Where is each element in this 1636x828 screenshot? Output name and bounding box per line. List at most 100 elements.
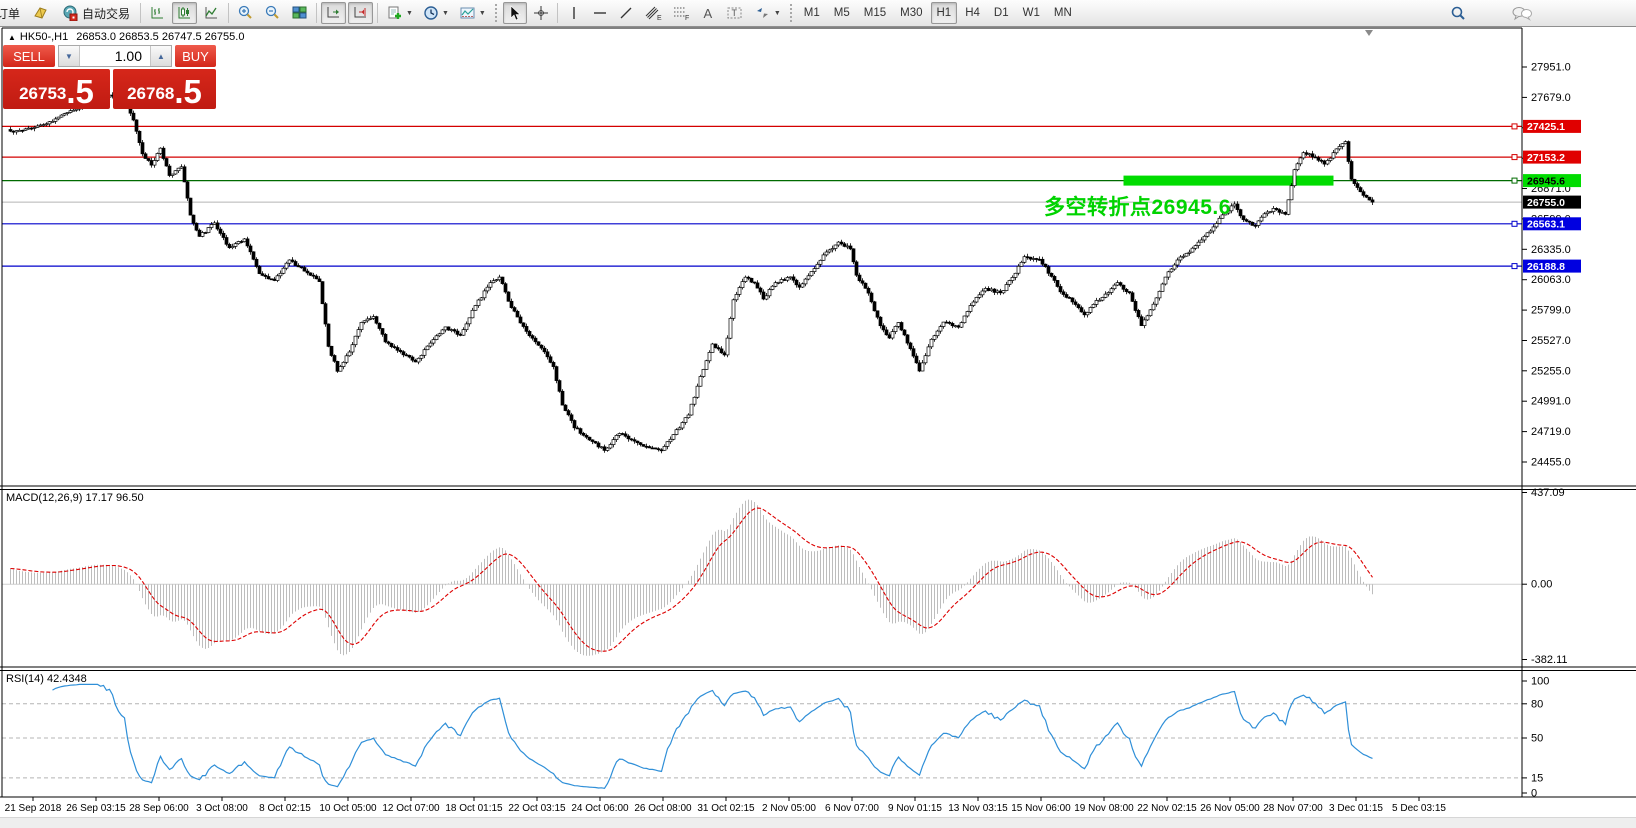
rsi-tick-label: 80 <box>1531 698 1543 710</box>
sell-button[interactable]: SELL <box>3 45 55 67</box>
chart-shift-icon <box>352 5 369 21</box>
text-label-button[interactable]: T <box>722 2 748 24</box>
buy-price-box[interactable]: 26768.5 <box>113 69 216 109</box>
trendline-icon <box>618 5 634 21</box>
line-price-label: 26755.0 <box>1527 197 1565 209</box>
autotrading-button[interactable]: 自动交易 <box>55 2 136 24</box>
rsi-tick-label: 100 <box>1531 676 1549 688</box>
volume-value[interactable]: 1.00 <box>80 46 150 66</box>
autotrading-icon <box>61 5 79 21</box>
chart-shift-marker[interactable] <box>1365 30 1373 36</box>
vertical-line-icon <box>567 5 581 21</box>
crosshair-button[interactable] <box>529 2 553 24</box>
line-handle[interactable] <box>1512 155 1517 160</box>
separator <box>316 3 317 23</box>
new-chart-button[interactable]: ▼ <box>382 2 417 24</box>
price-tick-label: 25255.0 <box>1531 365 1571 377</box>
timeframe-button-h4[interactable]: H4 <box>959 2 986 24</box>
volume-decrease-button[interactable]: ▼ <box>59 46 80 66</box>
line-handle[interactable] <box>1512 124 1517 129</box>
time-tick-label: 22 Nov 02:15 <box>1137 803 1197 814</box>
templates-button[interactable]: ▼ <box>455 2 490 24</box>
price-tick-label: 24991.0 <box>1531 396 1571 408</box>
horizontal-line-button[interactable] <box>588 2 612 24</box>
line-chart-icon <box>203 5 220 21</box>
chart-shift-button[interactable] <box>348 2 373 24</box>
time-tick-label: 8 Oct 02:15 <box>259 803 311 814</box>
auto-scroll-button[interactable] <box>321 2 346 24</box>
text-label-icon: T <box>726 5 744 21</box>
buy-button[interactable]: BUY <box>175 45 216 67</box>
equidistant-channel-button[interactable]: E <box>640 2 666 24</box>
zoom-in-button[interactable] <box>233 2 258 24</box>
timeframe-button-m15[interactable]: M15 <box>858 2 892 24</box>
price-tick-label: 24455.0 <box>1531 457 1571 469</box>
pivot-annotation-text[interactable]: 多空转折点26945.6 <box>1044 191 1231 221</box>
price-tick-label: 25799.0 <box>1531 305 1571 317</box>
new-order-button[interactable]: 订单 <box>0 2 26 24</box>
vertical-line-button[interactable] <box>562 2 586 24</box>
text-button[interactable]: A <box>696 2 720 24</box>
pivot-highlight-bar[interactable] <box>1124 176 1334 186</box>
search-icon <box>1449 5 1467 22</box>
toolbar-grip[interactable] <box>790 4 794 22</box>
toolbar-grip[interactable] <box>495 4 499 22</box>
cursor-button[interactable] <box>503 2 527 24</box>
line-price-label: 26563.1 <box>1527 219 1565 231</box>
time-tick-label: 10 Oct 05:00 <box>319 803 377 814</box>
timeframe-button-h1[interactable]: H1 <box>931 2 958 24</box>
time-tick-label: 12 Oct 07:00 <box>382 803 440 814</box>
time-tick-label: 19 Nov 08:00 <box>1074 803 1134 814</box>
timeframe-button-w1[interactable]: W1 <box>1017 2 1046 24</box>
new-chart-icon <box>386 5 404 21</box>
time-tick-label: 18 Oct 01:15 <box>445 803 503 814</box>
trendline-button[interactable] <box>614 2 638 24</box>
line-handle[interactable] <box>1512 221 1517 226</box>
separator <box>557 3 558 23</box>
news-button[interactable] <box>28 2 53 24</box>
line-chart-button[interactable] <box>199 2 224 24</box>
timeframe-button-m5[interactable]: M5 <box>828 2 856 24</box>
arrows-icon <box>754 5 772 21</box>
line-handle[interactable] <box>1512 264 1517 269</box>
sell-price-box[interactable]: 26753.5 <box>3 69 110 109</box>
price-tick-label: 26063.0 <box>1531 274 1571 286</box>
timeframe-button-mn[interactable]: MN <box>1048 2 1078 24</box>
search-button[interactable] <box>1445 2 1471 24</box>
horizontal-line-icon <box>592 5 608 21</box>
time-tick-label: 26 Nov 05:00 <box>1200 803 1260 814</box>
book-icon <box>32 5 49 21</box>
line-price-label: 26945.6 <box>1527 175 1565 187</box>
volume-increase-button[interactable]: ▲ <box>150 46 171 66</box>
crosshair-icon <box>533 5 549 21</box>
clock-icon <box>423 5 440 21</box>
price-tick-label: 27679.0 <box>1531 92 1571 104</box>
chat-button[interactable] <box>1507 2 1537 24</box>
zoom-out-icon <box>264 5 281 21</box>
periods-button[interactable]: ▼ <box>419 2 453 24</box>
timeframe-button-m1[interactable]: M1 <box>798 2 826 24</box>
time-tick-label: 26 Oct 08:00 <box>634 803 692 814</box>
sell-price-main: 26753 <box>19 85 66 102</box>
sell-price-fraction: .5 <box>66 78 94 105</box>
bar-chart-button[interactable] <box>145 2 170 24</box>
candlestick-chart-button[interactable] <box>172 2 197 24</box>
price-tick-label: 25527.0 <box>1531 335 1571 347</box>
arrows-button[interactable]: ▼ <box>750 2 785 24</box>
text-tool-icon: A <box>704 6 713 21</box>
tile-windows-button[interactable] <box>287 2 312 24</box>
collapse-panel-arrow[interactable]: ▲ <box>8 33 16 42</box>
rsi-indicator-label: RSI(14) 42.4348 <box>6 673 87 685</box>
toolbar: 订单 自动交易 <box>0 0 1636 27</box>
timeframe-button-m30[interactable]: M30 <box>894 2 928 24</box>
fibonacci-button[interactable]: F <box>668 2 694 24</box>
timeframe-button-d1[interactable]: D1 <box>988 2 1015 24</box>
time-tick-label: 3 Dec 01:15 <box>1329 803 1383 814</box>
line-handle[interactable] <box>1512 178 1517 183</box>
zoom-out-button[interactable] <box>260 2 285 24</box>
chevron-down-icon: ▼ <box>406 10 413 17</box>
zoom-in-icon <box>237 5 254 21</box>
mt4-window: 27951.027679.027407.027135.026871.026599… <box>0 0 1636 828</box>
svg-text:E: E <box>657 15 662 21</box>
svg-text:T: T <box>731 8 737 18</box>
